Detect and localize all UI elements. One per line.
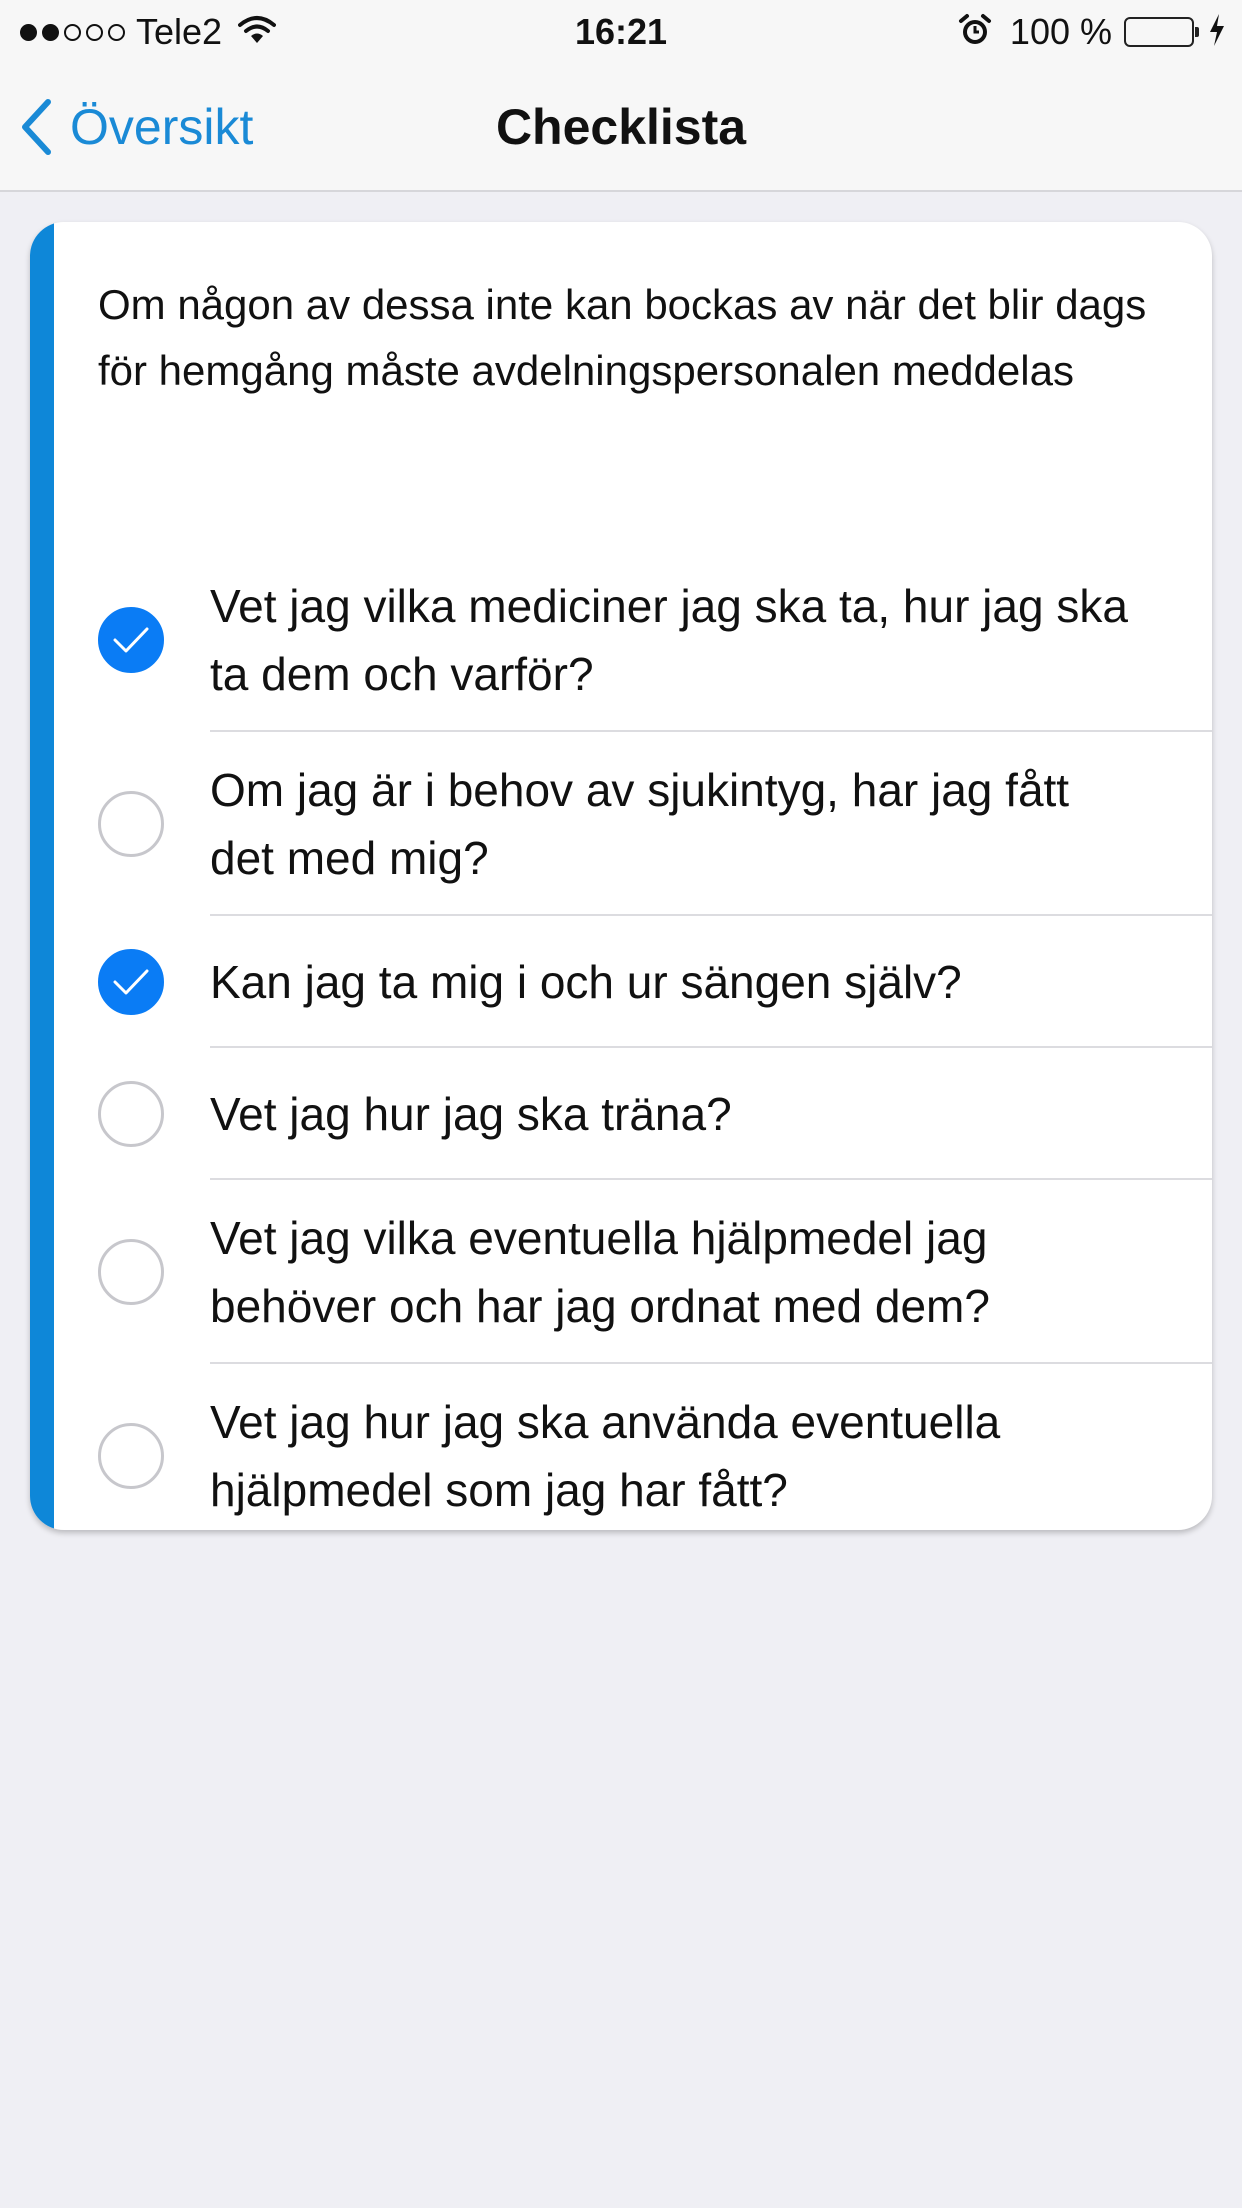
checklist-item[interactable]: Vet jag hur jag ska träna?: [30, 1048, 1212, 1180]
checklist-item[interactable]: Om jag är i behov av sjukintyg, har jag …: [30, 732, 1212, 916]
back-label: Översikt: [70, 99, 254, 155]
status-bar: Tele2 16:21 100 %: [0, 0, 1242, 62]
checklist-item-label: Vet jag hur jag ska använda eventuella h…: [210, 1396, 1001, 1516]
back-button[interactable]: Översikt: [20, 92, 253, 162]
checklist-item[interactable]: Vet jag vilka eventuella hjälpmedel jag …: [30, 1180, 1212, 1364]
checklist-item[interactable]: Vet jag hur jag ska använda eventuella h…: [30, 1364, 1212, 1530]
charging-icon: [1208, 13, 1226, 52]
checklist-intro: Om någon av dessa inte kan bockas av när…: [98, 281, 1147, 394]
unchecked-circle-icon[interactable]: [98, 791, 164, 857]
alarm-icon: [958, 13, 992, 52]
unchecked-circle-icon[interactable]: [98, 1423, 164, 1489]
checklist-card: Om någon av dessa inte kan bockas av när…: [30, 222, 1212, 1530]
unchecked-circle-icon[interactable]: [98, 1081, 164, 1147]
status-right-area: 100 %: [958, 10, 1226, 54]
checklist-item-label: Vet jag vilka mediciner jag ska ta, hur …: [210, 580, 1128, 700]
checklist-item[interactable]: Vet jag vilka mediciner jag ska ta, hur …: [30, 548, 1212, 732]
unchecked-circle-icon[interactable]: [98, 1239, 164, 1305]
check-icon[interactable]: [98, 949, 164, 1015]
check-icon[interactable]: [98, 607, 164, 673]
chevron-left-icon: [22, 99, 51, 155]
battery-icon: [1124, 17, 1199, 47]
checklist-items: Vet jag vilka mediciner jag ska ta, hur …: [30, 548, 1212, 1530]
checklist-item-label: Vet jag hur jag ska träna?: [210, 1088, 732, 1140]
checklist-item-label: Kan jag ta mig i och ur sängen själv?: [210, 956, 962, 1008]
checklist-item-label: Om jag är i behov av sjukintyg, har jag …: [210, 764, 1070, 884]
navigation-bar: Översikt Checklista: [0, 62, 1242, 192]
checklist-item[interactable]: Kan jag ta mig i och ur sängen själv?: [30, 916, 1212, 1048]
checklist-item-label: Vet jag vilka eventuella hjälpmedel jag …: [210, 1212, 990, 1332]
battery-percent: 100 %: [1009, 11, 1112, 52]
